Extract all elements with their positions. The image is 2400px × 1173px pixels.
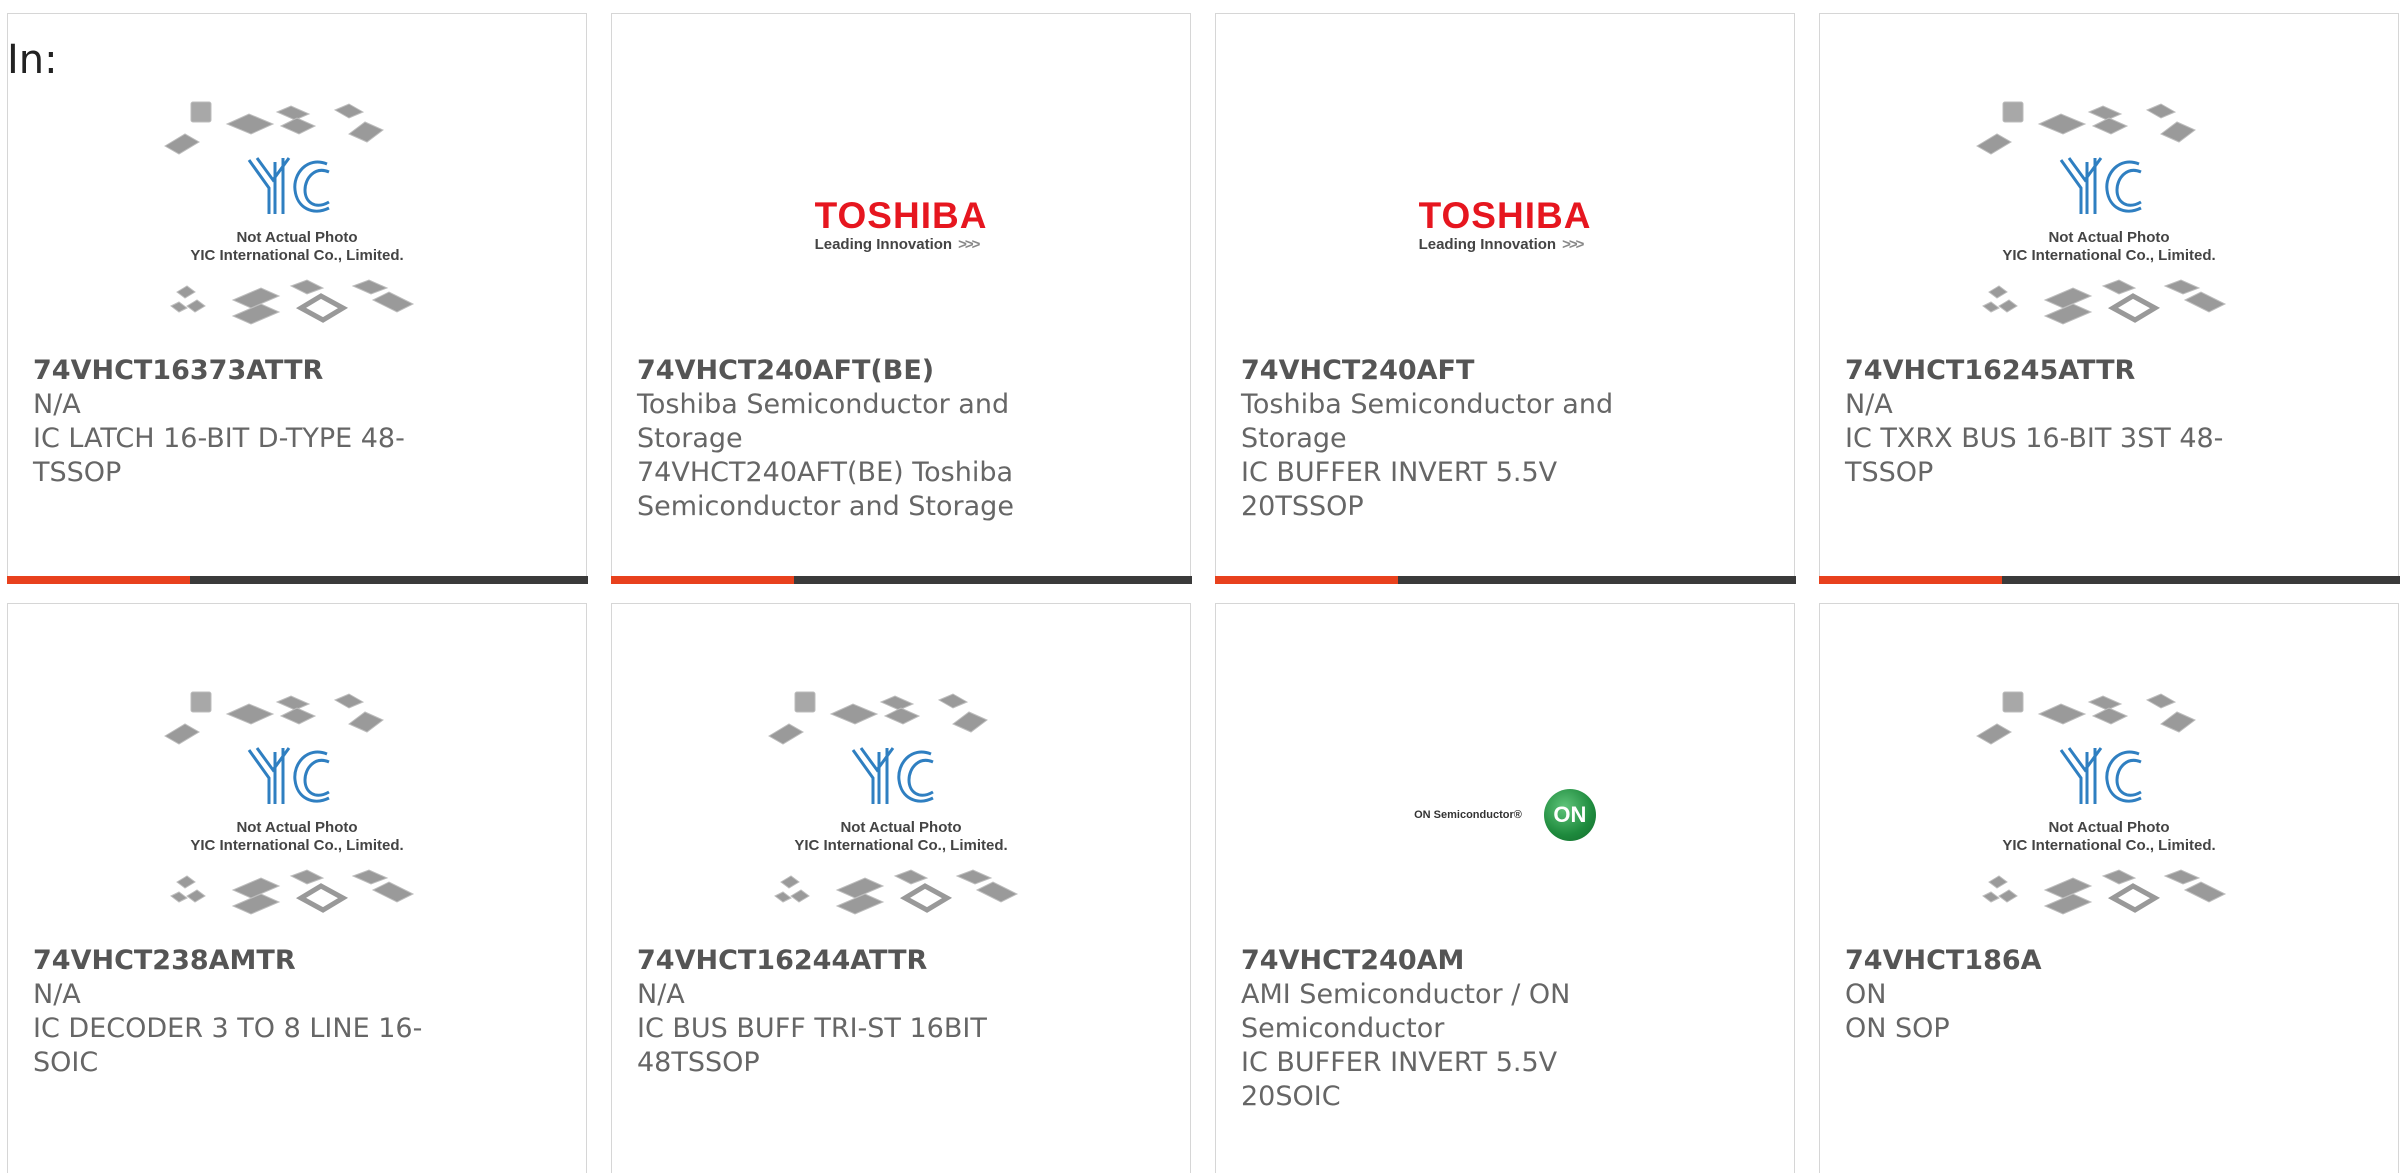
- product-card[interactable]: TOSHIBA Leading Innovation >>> 74VHCT240A…: [1214, 13, 1796, 584]
- part-number[interactable]: 74VHCT240AM: [1241, 944, 1644, 978]
- product-image[interactable]: Not Actual Photo YIC International Co., …: [8, 684, 586, 946]
- manufacturer: N/A: [637, 979, 685, 1010]
- yic-placeholder-image: Not Actual Photo YIC International Co., …: [768, 691, 1019, 915]
- svg-text:YIC International Co., Limited: YIC International Co., Limited.: [190, 837, 403, 854]
- description: IC LATCH 16-BIT D-TYPE 48-TSSOP: [33, 423, 405, 488]
- toshiba-tagline: Leading Innovation >>>: [814, 236, 981, 253]
- part-number[interactable]: 74VHCT16245ATTR: [1845, 354, 2248, 388]
- product-card[interactable]: Not Actual Photo YIC International Co., …: [7, 603, 587, 1173]
- toshiba-wordmark: TOSHIBA: [1418, 195, 1592, 236]
- product-image[interactable]: Not Actual Photo YIC International Co., …: [612, 684, 1190, 946]
- onsemi-wordmark: ON Semiconductor®: [1414, 809, 1522, 821]
- description: IC BUFFER INVERT 5.5V 20SOIC: [1241, 1047, 1558, 1112]
- filter-label: In:: [7, 37, 58, 83]
- part-number[interactable]: 74VHCT16244ATTR: [637, 944, 1040, 978]
- yic-placeholder-image: Not Actual Photo YIC International Co., …: [164, 691, 415, 915]
- svg-text:YIC International Co., Limited: YIC International Co., Limited.: [2002, 247, 2215, 264]
- svg-text:YIC International Co., Limited: YIC International Co., Limited.: [190, 247, 403, 264]
- svg-text:YIC International Co., Limited: YIC International Co., Limited.: [794, 837, 1007, 854]
- svg-text:YIC International Co., Limited: YIC International Co., Limited.: [2002, 837, 2215, 854]
- product-card[interactable]: ON Semiconductor® ON 74VHCT240AM AMI Sem…: [1215, 603, 1795, 1173]
- product-image[interactable]: Not Actual Photo YIC International Co., …: [8, 94, 586, 356]
- product-card[interactable]: Not Actual Photo YIC International Co., …: [6, 13, 588, 584]
- manufacturer: Toshiba Semiconductor and Storage: [637, 389, 1010, 454]
- product-card[interactable]: TOSHIBA Leading Innovation >>> 74VHCT240A…: [610, 13, 1192, 584]
- onsemi-ball-logo: ON: [1543, 789, 1596, 841]
- product-image[interactable]: TOSHIBA Leading Innovation >>>: [1216, 94, 1794, 356]
- toshiba-logo: TOSHIBA Leading Innovation >>>: [1419, 197, 1592, 253]
- card-footer-bar: [6, 575, 588, 584]
- manufacturer: N/A: [33, 979, 81, 1010]
- svg-text:Not Actual Photo: Not Actual Photo: [840, 819, 961, 836]
- yic-placeholder-image: Not Actual Photo YIC International Co., …: [164, 101, 415, 325]
- product-card[interactable]: Not Actual Photo YIC International Co., …: [611, 603, 1191, 1173]
- part-number[interactable]: 74VHCT238AMTR: [33, 944, 436, 978]
- toshiba-wordmark: TOSHIBA: [814, 195, 988, 236]
- card-footer-bar: [1818, 575, 2400, 584]
- toshiba-tagline: Leading Innovation >>>: [1418, 236, 1585, 253]
- svg-text:Not Actual Photo: Not Actual Photo: [2048, 229, 2169, 246]
- product-image[interactable]: Not Actual Photo YIC International Co., …: [1820, 94, 2398, 356]
- svg-text:Not Actual Photo: Not Actual Photo: [2048, 819, 2169, 836]
- description: IC BUS BUFF TRI-ST 16BIT 48TSSOP: [637, 1013, 987, 1078]
- part-number[interactable]: 74VHCT240AFT(BE): [637, 354, 1040, 388]
- card-footer-bar: [1214, 575, 1796, 584]
- description: IC BUFFER INVERT 5.5V 20TSSOP: [1241, 457, 1558, 522]
- toshiba-logo: TOSHIBA Leading Innovation >>>: [815, 197, 988, 253]
- manufacturer: Toshiba Semiconductor and Storage: [1241, 389, 1614, 454]
- product-image[interactable]: Not Actual Photo YIC International Co., …: [1820, 684, 2398, 946]
- yic-placeholder-image: Not Actual Photo YIC International Co., …: [1976, 691, 2227, 915]
- part-number[interactable]: 74VHCT186A: [1845, 944, 2248, 978]
- svg-text:Not Actual Photo: Not Actual Photo: [236, 229, 357, 246]
- product-card[interactable]: Not Actual Photo YIC International Co., …: [1818, 13, 2400, 584]
- description: IC DECODER 3 TO 8 LINE 16-SOIC: [33, 1013, 423, 1078]
- description: 74VHCT240AFT(BE) Toshiba Semiconductor a…: [637, 457, 1014, 522]
- manufacturer: N/A: [33, 389, 81, 420]
- manufacturer: N/A: [1845, 389, 1893, 420]
- part-number[interactable]: 74VHCT240AFT: [1241, 354, 1644, 388]
- card-footer-bar: [610, 575, 1192, 584]
- product-card[interactable]: Not Actual Photo YIC International Co., …: [1819, 603, 2399, 1173]
- manufacturer: ON: [1845, 979, 1887, 1010]
- product-image[interactable]: TOSHIBA Leading Innovation >>>: [612, 94, 1190, 356]
- product-image[interactable]: ON Semiconductor® ON: [1216, 684, 1794, 946]
- description: IC TXRX BUS 16-BIT 3ST 48-TSSOP: [1845, 423, 2224, 488]
- description: ON SOP: [1845, 1013, 1950, 1044]
- onsemi-logo: ON Semiconductor® ON: [1414, 789, 1596, 841]
- part-number[interactable]: 74VHCT16373ATTR: [33, 354, 436, 388]
- yic-placeholder-image: Not Actual Photo YIC International Co., …: [1976, 101, 2227, 325]
- manufacturer: AMI Semiconductor / ON Semiconductor: [1241, 979, 1571, 1044]
- svg-text:Not Actual Photo: Not Actual Photo: [236, 819, 357, 836]
